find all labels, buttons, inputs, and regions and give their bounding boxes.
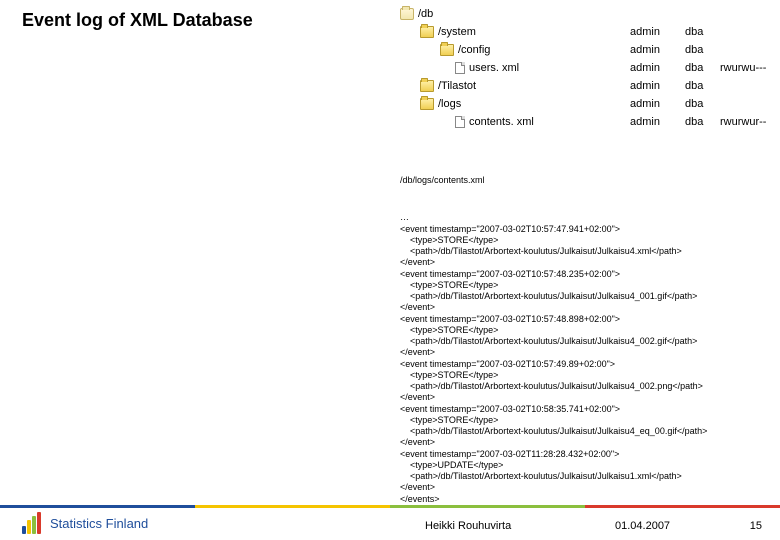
folder-icon bbox=[420, 98, 434, 110]
log-body: … <event timestamp="2007-03-02T10:57:47.… bbox=[400, 212, 770, 505]
logo-text: Statistics Finland bbox=[50, 516, 148, 531]
tree-group: dba bbox=[685, 98, 703, 110]
log-panel: /db/logs/contents.xml … <event timestamp… bbox=[400, 152, 770, 516]
tree-row: contents. xml admin dba rwurwur-- bbox=[400, 114, 770, 130]
tree-root-label: /db bbox=[418, 8, 433, 20]
tree-root: /db bbox=[400, 6, 770, 22]
logo-icon bbox=[22, 512, 44, 534]
footer-author: Heikki Rouhuvirta bbox=[425, 520, 511, 532]
tree-user: admin bbox=[630, 80, 660, 92]
tree-group: dba bbox=[685, 62, 703, 74]
tree-group: dba bbox=[685, 44, 703, 56]
folder-icon bbox=[440, 44, 454, 56]
tree-label: /system bbox=[438, 26, 476, 38]
footer: Statistics Finland Heikki Rouhuvirta 01.… bbox=[0, 500, 780, 534]
tree-user: admin bbox=[630, 62, 660, 74]
tree-group: dba bbox=[685, 116, 703, 128]
tree-group: dba bbox=[685, 80, 703, 92]
tree-perm: rwurwu--- bbox=[720, 62, 766, 74]
db-tree: /db /systemadmindba/configadmindbausers.… bbox=[400, 6, 770, 132]
tree-user: admin bbox=[630, 44, 660, 56]
folder-icon bbox=[420, 80, 434, 92]
tree-label: contents. xml bbox=[469, 116, 534, 128]
tree-label: /logs bbox=[438, 98, 461, 110]
file-icon bbox=[455, 116, 465, 128]
tree-user: admin bbox=[630, 116, 660, 128]
footer-stripes bbox=[0, 505, 780, 508]
tree-perm: rwurwur-- bbox=[720, 116, 766, 128]
log-filename: /db/logs/contents.xml bbox=[400, 175, 770, 186]
tree-user: admin bbox=[630, 26, 660, 38]
tree-row: /system admin dba bbox=[400, 24, 770, 40]
tree-row: /Tilastot admin dba bbox=[400, 78, 770, 94]
tree-label: /Tilastot bbox=[438, 80, 476, 92]
tree-row: /logs admin dba bbox=[400, 96, 770, 112]
folder-icon bbox=[420, 26, 434, 38]
database-icon bbox=[400, 8, 414, 20]
tree-label: users. xml bbox=[469, 62, 519, 74]
logo: Statistics Finland bbox=[22, 512, 148, 534]
tree-user: admin bbox=[630, 98, 660, 110]
tree-group: dba bbox=[685, 26, 703, 38]
tree-row: users. xml admin dba rwurwu--- bbox=[400, 60, 770, 76]
tree-label: /config bbox=[458, 44, 490, 56]
footer-date: 01.04.2007 bbox=[615, 520, 670, 532]
footer-page: 15 bbox=[750, 520, 762, 532]
file-icon bbox=[455, 62, 465, 74]
slide-title: Event log of XML Database bbox=[22, 10, 253, 31]
tree-row: /config admin dba bbox=[400, 42, 770, 58]
